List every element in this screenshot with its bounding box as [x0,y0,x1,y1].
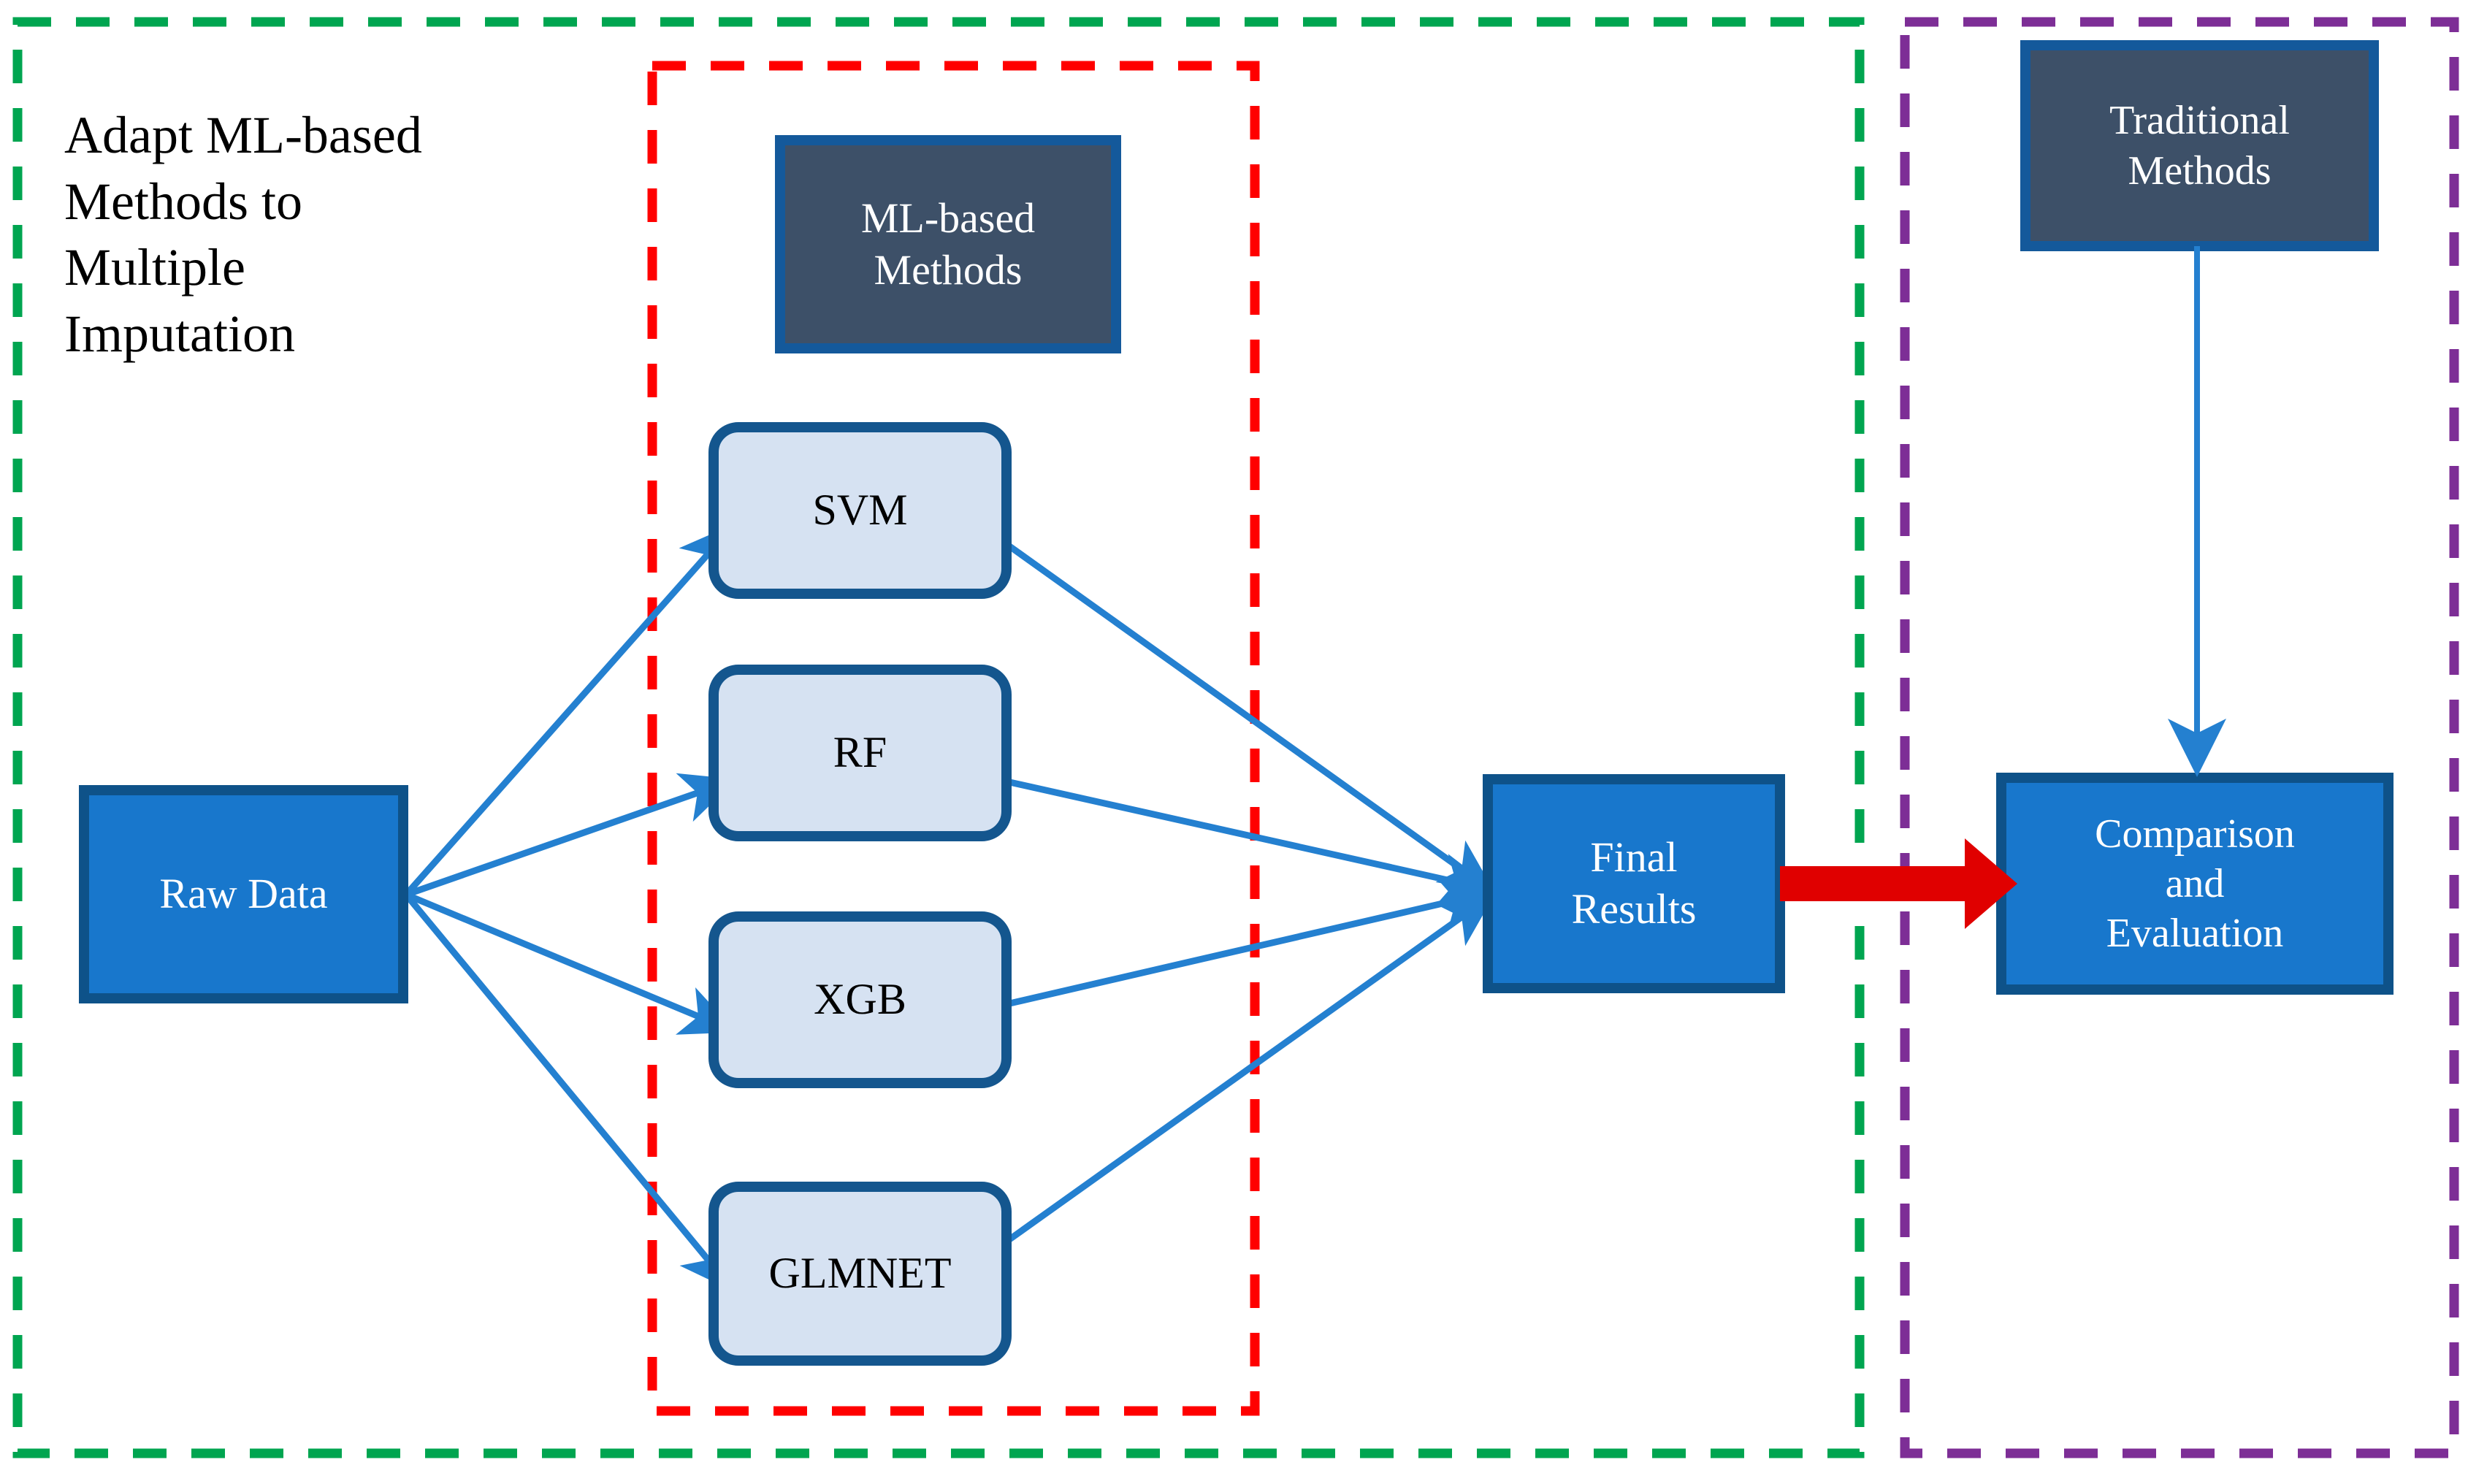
node-shape-rf[interactable] [708,665,1012,841]
node-shape-traditional-methods[interactable] [2020,40,2379,251]
arrow-final-to-comparison [1780,838,2017,929]
node-shape-comparison-evaluation[interactable] [1996,773,2393,995]
diagram-canvas: Adapt ML-based Methods to Multiple Imput… [0,0,2468,1484]
node-shape-final-results[interactable] [1483,774,1785,993]
node-shape-svm[interactable] [708,422,1012,599]
connectors-raw-to-models [403,524,737,1292]
node-shape-xgb[interactable] [708,911,1012,1088]
connectors-models-to-final [1004,541,1497,1244]
page-title: Adapt ML-based Methods to Multiple Imput… [64,106,422,364]
node-shape-glmnet[interactable] [708,1182,1012,1366]
node-shape-ml-based-methods[interactable] [775,135,1121,353]
node-shape-raw-data[interactable] [79,785,408,1003]
